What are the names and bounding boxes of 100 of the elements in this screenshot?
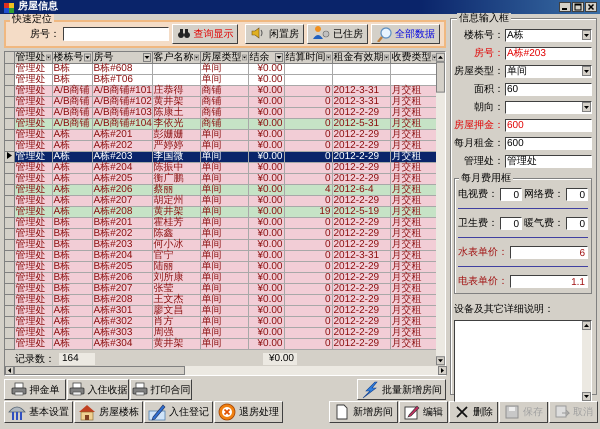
dropdown-button[interactable] xyxy=(46,53,50,62)
button[interactable]: 退房处理 xyxy=(214,401,283,423)
button[interactable]: 打印合同 xyxy=(130,379,192,400)
button[interactable]: 入住收据 xyxy=(67,379,129,400)
table-row[interactable]: 管理处 A/B商铺 A/B商铺#101 庄恭得 商铺 ¥0.00 0 2012-3-31 月交租 xyxy=(5,86,436,96)
dropdown[interactable] xyxy=(505,100,592,114)
table-row[interactable]: 管理处 A栋 A栋#204 陈振中 单间 ¥0.00 0 2012-2-29 月交租 xyxy=(5,162,436,174)
dropdown-button[interactable] xyxy=(142,53,150,62)
input-field[interactable]: 60 xyxy=(505,82,592,96)
input-field[interactable]: 1.1 xyxy=(510,274,588,288)
table-row[interactable]: 管理处 A栋 A栋#303 周强 单间 ¥0.00 0 2012-2-29 月交租 xyxy=(5,328,436,338)
button[interactable]: 新增房间 xyxy=(329,401,398,423)
input-field[interactable]: 600 xyxy=(505,118,592,132)
table-row[interactable]: 管理处 A栋 A栋#205 衡广鹏 单间 ¥0.00 0 2012-2-29 月交租 xyxy=(5,174,436,184)
button[interactable]: 批量新增房间 xyxy=(357,379,446,400)
table-cell: 官宁 xyxy=(152,250,200,262)
table-cell: 管理处 xyxy=(14,130,52,140)
table-row[interactable]: 管理处 A栋 A栋#208 黄井架 单间 ¥0.00 19 2012-5-19 月交租 xyxy=(5,206,436,218)
table-row[interactable]: 管理处 B栋 B栋#203 何小冰 单间 ¥0.00 0 2012-2-29 月交租 xyxy=(5,240,436,250)
vertical-scrollbar[interactable] xyxy=(582,321,591,401)
button[interactable]: 已住房 xyxy=(307,24,368,44)
table-row[interactable]: 管理处 B栋 B栋#201 霍桂芳 单间 ¥0.00 0 2012-2-29 月交租 xyxy=(5,218,436,228)
dropdown-button[interactable] xyxy=(194,53,198,62)
horizontal-scrollbar[interactable] xyxy=(5,366,447,375)
table-row[interactable]: 管理处 A栋 A栋#201 彭姗姗 单间 ¥0.00 0 2012-2-29 月交租 xyxy=(5,130,436,140)
dropdown-button[interactable] xyxy=(326,53,330,62)
table-cell: 黄井架 xyxy=(152,206,200,218)
table-cell: B栋#207 xyxy=(92,284,152,294)
dropdown[interactable]: 单间 xyxy=(505,64,592,78)
table-row[interactable]: 管理处 B栋 B栋#206 刘所康 单间 ¥0.00 0 2012-2-29 月交租 xyxy=(5,272,436,284)
table-cell: A/B商铺 xyxy=(52,108,92,118)
field-label: 水表单价： xyxy=(458,246,508,259)
field-label: 房号： xyxy=(30,28,60,41)
table-cell: 霍桂芳 xyxy=(152,218,200,228)
dropdown-button[interactable] xyxy=(242,53,246,62)
button[interactable]: 基本设置 xyxy=(4,401,73,423)
table-row[interactable]: 管理处 B栋 B栋#608 单间 ¥0.00 xyxy=(5,64,436,74)
dropdown-button[interactable] xyxy=(384,53,388,62)
input-field[interactable]: 6 xyxy=(510,246,588,258)
text-area[interactable] xyxy=(454,320,592,402)
input-field[interactable]: A栋#203 xyxy=(505,46,592,60)
table-cell: 单间 xyxy=(200,338,248,350)
input-field[interactable]: 0 xyxy=(500,216,522,230)
dropdown[interactable]: A栋 xyxy=(505,28,592,42)
input-field[interactable]: 0 xyxy=(566,188,588,200)
input-field[interactable]: 0 xyxy=(500,188,522,200)
table-row[interactable]: 管理处 A栋 A栋#207 胡定州 单间 ¥0.00 0 2012-2-29 月交租 xyxy=(5,196,436,206)
table-row[interactable]: 管理处 B栋 B栋#205 陆丽 单间 ¥0.00 0 2012-2-29 月交租 xyxy=(5,262,436,272)
table-cell: 管理处 xyxy=(14,294,52,306)
table-row[interactable]: 管理处 B栋 B栋#202 陈鑫 单间 ¥0.00 0 2012-2-29 月交租 xyxy=(5,228,436,240)
dropdown-button[interactable] xyxy=(84,53,90,62)
table-row[interactable]: 管理处 B栋 B栋#T06 单间 ¥0.00 xyxy=(5,74,436,86)
close-button[interactable] xyxy=(585,2,597,12)
input-field[interactable]: 管理处 xyxy=(505,154,592,168)
table-row[interactable]: 管理处 A栋 A栋#203 李国微 单间 ¥0.00 0 2012-2-29 月交租 xyxy=(5,152,436,162)
table-cell: A栋#205 xyxy=(92,174,152,184)
field-label: 管理处： xyxy=(463,154,504,168)
table-row[interactable]: 管理处 A栋 A栋#301 廖文昌 单间 ¥0.00 0 2012-2-29 月交租 xyxy=(5,306,436,316)
vertical-scrollbar[interactable] xyxy=(436,52,445,366)
button[interactable]: 闲置房 xyxy=(245,24,304,44)
input-field[interactable] xyxy=(63,27,169,41)
table-cell: 陈鑫 xyxy=(152,228,200,240)
table-cell: A/B商铺#103 xyxy=(92,108,152,118)
record-count: 164 xyxy=(59,352,95,364)
button[interactable]: 入住登记 xyxy=(144,401,213,423)
dropdown-icon xyxy=(582,66,591,76)
table-cell: 陈振中 xyxy=(152,162,200,174)
maximize-button[interactable] xyxy=(572,2,584,12)
table-row[interactable]: 管理处 A/B商铺 A/B商铺#102 黄井架 商铺 ¥0.00 0 2012-3-31 月交租 xyxy=(5,96,436,108)
button[interactable]: 房屋楼栋 xyxy=(74,401,143,423)
table-cell: 月交租 xyxy=(390,272,436,284)
table-cell: 月交租 xyxy=(390,162,436,174)
table-row[interactable]: 管理处 B栋 B栋#208 王文杰 单间 ¥0.00 0 2012-2-29 月交租 xyxy=(5,294,436,306)
input-field[interactable]: 0 xyxy=(566,216,588,230)
table-row[interactable]: 管理处 A/B商铺 A/B商铺#104 李依光 商铺 ¥0.00 0 2012-5-31 月交租 xyxy=(5,118,436,130)
button[interactable]: 全部数据 xyxy=(371,24,440,44)
table-cell: B栋#208 xyxy=(92,294,152,306)
table-row[interactable]: 管理处 B栋 B栋#204 官宁 单间 ¥0.00 0 2012-3-31 月交租 xyxy=(5,250,436,262)
table-row[interactable]: 管理处 A栋 A栋#302 肖方 单间 ¥0.00 0 2012-2-29 月交租 xyxy=(5,316,436,328)
table-cell: 商铺 xyxy=(200,86,248,96)
table-row[interactable]: 管理处 A栋 A栋#206 蔡丽 单间 ¥0.00 4 2012-6-4 月交租 xyxy=(5,184,436,196)
table-cell: A栋#302 xyxy=(92,316,152,328)
button[interactable]: 编辑 xyxy=(399,401,448,423)
save-icon xyxy=(504,404,520,420)
dropdown-icon xyxy=(582,30,591,40)
table-row[interactable]: 管理处 A/B商铺 A/B商铺#103 陈康土 商铺 ¥0.00 0 2012-2-29 月交租 xyxy=(5,108,436,118)
button[interactable]: 押金单 xyxy=(4,379,66,400)
table-row[interactable]: 管理处 A栋 A栋#304 黄井架 单间 ¥0.00 0 2012-2-29 月交租 xyxy=(5,338,436,350)
table-row[interactable]: 管理处 B栋 B栋#207 张莹 单间 ¥0.00 0 2012-2-29 月交租 xyxy=(5,284,436,294)
button[interactable]: 删除 xyxy=(449,401,498,423)
dropdown-button[interactable] xyxy=(274,53,282,62)
table-cell: A/B商铺#102 xyxy=(92,96,152,108)
table-row[interactable]: 管理处 A栋 A栋#202 严婷婷 单间 ¥0.00 0 2012-2-29 月交租 xyxy=(5,140,436,152)
table-cell: B栋#206 xyxy=(92,272,152,284)
group-title: 每月费用框 xyxy=(459,173,513,184)
table-cell: 管理处 xyxy=(14,262,52,272)
minimize-button[interactable] xyxy=(559,2,571,12)
table-cell: 单间 xyxy=(200,130,248,140)
table-cell: 管理处 xyxy=(14,162,52,174)
input-field[interactable]: 600 xyxy=(505,136,592,150)
